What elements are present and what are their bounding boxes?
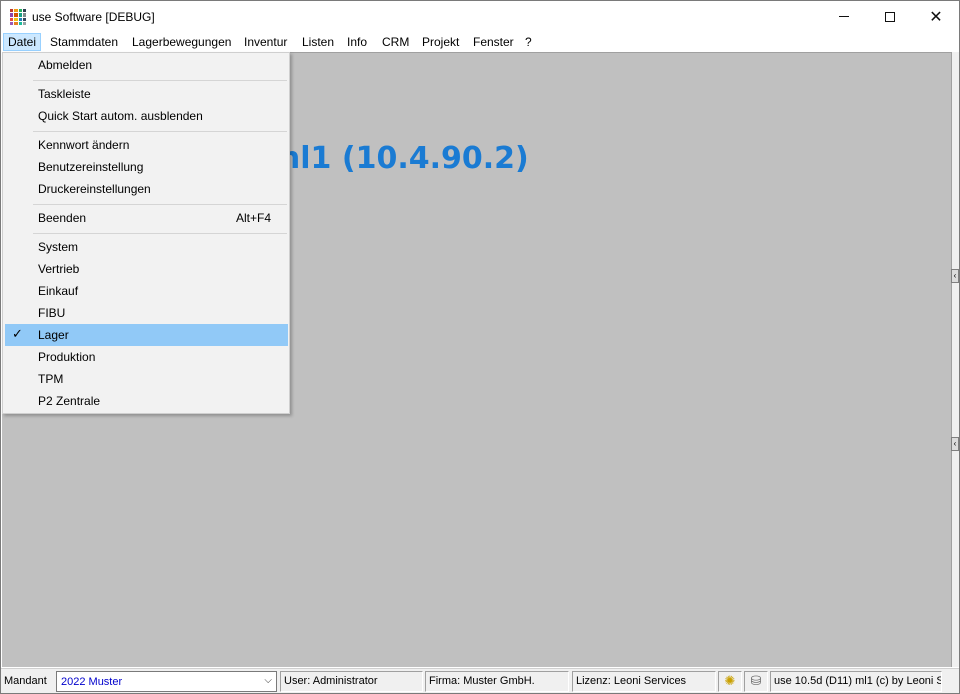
menu-item-label: System [38,240,79,254]
close-icon: ✕ [929,6,943,26]
menu-item-kennwort[interactable]: Kennwort ändern [5,134,288,156]
datei-dropdown-menu: Abmelden Taskleiste Quick Start autom. a… [2,52,290,414]
app-window: use Software [DEBUG] ✕ Datei Stammdaten … [0,0,960,694]
menu-separator [33,131,287,132]
menu-item-label: Kennwort ändern [38,138,130,152]
menu-datei[interactable]: Datei [3,33,42,51]
app-logo-icon [10,9,26,25]
menu-item-label: Druckereinstellungen [38,182,151,196]
menu-item-quick-start[interactable]: Quick Start autom. ausblenden [5,105,288,127]
minimize-button[interactable] [821,1,867,32]
menu-crm[interactable]: CRM [377,33,414,51]
status-user: User: Administrator [280,671,423,692]
menu-item-p2-zentrale[interactable]: P2 Zentrale [5,390,288,412]
menu-fenster[interactable]: Fenster [468,33,519,51]
mandant-label: Mandant [4,675,47,687]
window-title: use Software [DEBUG] [32,10,155,24]
menu-item-tpm[interactable]: TPM [5,368,288,390]
menu-help[interactable]: ? [520,33,537,51]
menu-item-fibu[interactable]: FIBU [5,302,288,324]
menu-item-label: TPM [38,372,64,386]
status-firma: Firma: Muster GmbH. [425,671,569,692]
menu-bar: Datei Stammdaten Lagerbewegungen Inventu… [1,32,959,51]
menu-separator [33,204,287,205]
menu-item-label: Taskleiste [38,87,91,101]
side-collapse-handle-bottom[interactable]: ‹ [951,437,959,451]
chevron-down-icon[interactable]: ⌵ [264,675,272,686]
minimize-icon [839,16,849,17]
menu-item-taskleiste[interactable]: Taskleiste [5,83,288,105]
menu-item-einkauf[interactable]: Einkauf [5,280,288,302]
maximize-icon [885,11,895,22]
menu-projekt[interactable]: Projekt [417,33,464,51]
menu-listen[interactable]: Listen [297,33,339,51]
close-button[interactable]: ✕ [913,1,959,32]
status-bar: Mandant 2022 Muster ⌵ User: Administrato… [1,668,959,693]
maximize-button[interactable] [867,1,913,32]
menu-item-produktion[interactable]: Produktion [5,346,288,368]
version-title: ml1 (10.4.90.2) [269,141,529,176]
database-icon[interactable]: ⛁ [744,671,768,692]
menu-item-lager[interactable]: ✓ Lager [5,324,288,346]
menu-item-label: Produktion [38,350,96,364]
menu-info[interactable]: Info [342,33,372,51]
mandant-select-value: 2022 Muster [61,676,123,688]
menu-lagerbewegungen[interactable]: Lagerbewegungen [127,33,236,51]
status-lizenz: Lizenz: Leoni Services [572,671,716,692]
side-collapse-handle-top[interactable]: ‹ [951,269,959,283]
menu-separator [33,233,287,234]
menu-item-beenden[interactable]: Beenden Alt+F4 [5,207,288,229]
lightbulb-icon[interactable]: ✺ [718,671,742,692]
menu-item-label: Quick Start autom. ausblenden [38,109,203,123]
menu-item-vertrieb[interactable]: Vertrieb [5,258,288,280]
menu-item-shortcut: Alt+F4 [235,211,271,225]
side-panel-strip [951,52,959,667]
checkmark-icon: ✓ [12,327,23,342]
menu-item-druckereinstellungen[interactable]: Druckereinstellungen [5,178,288,200]
menu-stammdaten[interactable]: Stammdaten [45,33,123,51]
menu-item-label: FIBU [38,306,66,320]
menu-item-label: Benutzereinstellung [38,160,144,174]
menu-item-benutzereinstellung[interactable]: Benutzereinstellung [5,156,288,178]
menu-separator [33,80,287,81]
menu-inventur[interactable]: Inventur [239,33,292,51]
menu-item-label: Lager [38,328,69,342]
menu-item-abmelden[interactable]: Abmelden [5,54,288,76]
menu-item-system[interactable]: System [5,236,288,258]
menu-item-label: Beenden [38,211,87,225]
title-bar: use Software [DEBUG] ✕ [1,1,959,32]
mandant-select[interactable]: 2022 Muster ⌵ [56,671,277,692]
menu-item-label: Abmelden [38,58,93,72]
menu-item-label: Vertrieb [38,262,80,276]
menu-item-label: P2 Zentrale [38,394,101,408]
menu-item-label: Einkauf [38,284,79,298]
status-version: use 10.5d (D11) ml1 (c) by Leoni Sc [770,671,942,692]
